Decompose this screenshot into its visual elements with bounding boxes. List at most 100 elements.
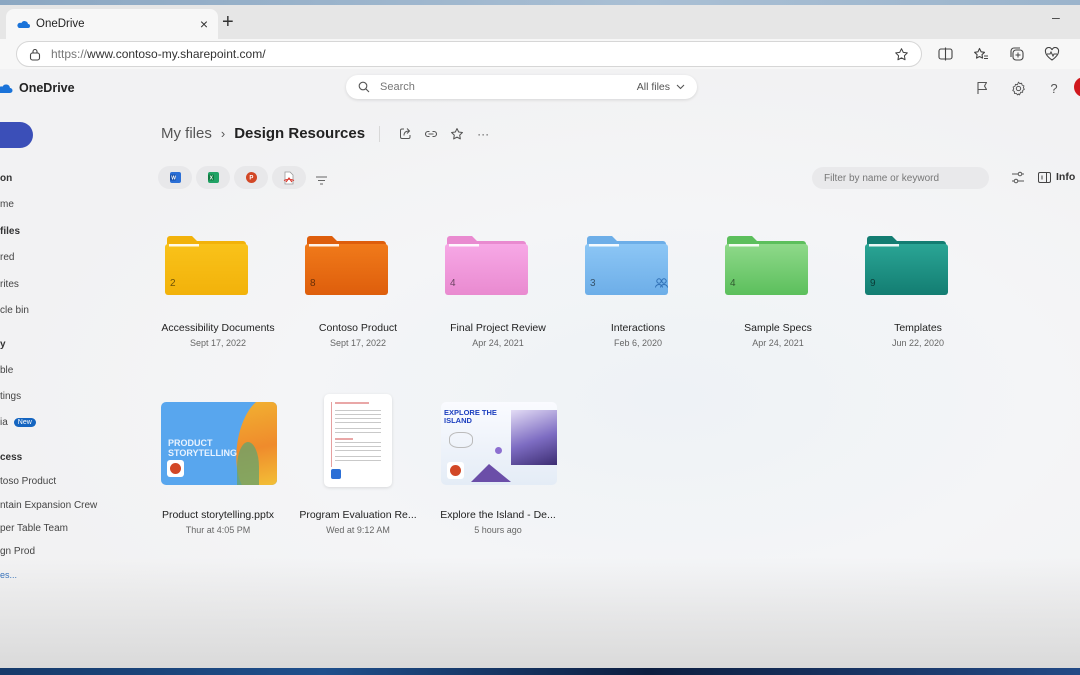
more-options-icon[interactable]: ··· [476,127,490,141]
address-bar-row: https://www.contoso-my.sharepoint.com/ [0,39,1080,69]
folder-icon [445,236,528,295]
powerpoint-icon [447,462,464,479]
onedrive-cloud-icon [17,21,30,28]
filter-chip-pdf[interactable] [272,166,306,189]
folder-item[interactable]: 9 Templates Jun 22, 2020 [848,236,988,366]
word-icon: W [169,172,181,183]
copy-link-icon[interactable] [424,127,438,141]
file-name: Program Evaluation Re... [299,509,417,521]
page-title: Design Resources [234,125,366,142]
os-taskbar [0,668,1080,675]
filter-chip-powerpoint[interactable]: P [234,166,268,189]
folder-date: Sept 17, 2022 [189,338,247,348]
file-item[interactable]: PRODUCT STORYTELLING Product storytelling… [148,399,288,539]
folder-icon [865,236,948,295]
info-label: Info [1056,171,1076,183]
file-item[interactable]: EXPLORE THE ISLAND Explore the Island - D… [428,399,568,539]
split-screen-icon[interactable] [935,44,955,64]
file-item[interactable]: Program Evaluation Re... Wed at 9:12 AM [288,394,428,539]
filter-icon[interactable] [316,172,327,190]
settings-gear-icon[interactable] [1009,79,1027,97]
sidebar-item-recycle-bin[interactable]: cle bin [0,305,29,316]
folder-item[interactable]: 4 Sample Specs Apr 24, 2021 [708,236,848,366]
word-icon [329,467,343,481]
filter-chip-excel[interactable]: X [196,166,230,189]
sidebar-item-paper-table-team[interactable]: per Table Team [0,523,68,534]
info-pane-icon [1038,171,1051,183]
url-protocol: https:// [51,47,88,61]
more-places-link[interactable]: es... [0,570,17,580]
pdf-icon [283,171,295,184]
sidebar-item-media-label: ia [0,417,8,428]
file-date: Wed at 9:12 AM [326,525,390,535]
minimize-button[interactable]: – [1052,9,1060,25]
file-name: Explore the Island - De... [440,509,556,521]
folder-icon [725,236,808,295]
info-pane-button[interactable]: Info [1038,171,1075,183]
url-text[interactable]: https://www.contoso-my.sharepoint.com/ [51,47,894,61]
file-date: 5 hours ago [474,525,522,535]
search-box[interactable]: Search All files [346,75,697,99]
filter-input[interactable]: Filter by name or keyword [812,167,989,189]
folder-item[interactable]: 2 Accessibility Documents Sept 17, 2022 [148,236,288,366]
close-tab-icon[interactable]: × [200,16,208,32]
sidebar-section-quick-access: cess [0,452,23,463]
new-tab-button[interactable]: + [222,11,234,33]
folder-item[interactable]: 4 Final Project Review Apr 24, 2021 [428,236,568,366]
svg-text:W: W [171,175,176,181]
favorites-list-icon[interactable] [971,44,991,64]
sidebar-item-favorites[interactable]: rites [0,279,19,290]
favorite-star-icon[interactable] [894,47,909,62]
address-bar[interactable]: https://www.contoso-my.sharepoint.com/ [16,41,922,67]
sidebar-item-design-prod[interactable]: gn Prod [0,546,35,557]
user-avatar[interactable] [1074,77,1080,97]
add-new-button[interactable]: + Add new [0,122,33,148]
folder-item-count: 8 [310,278,316,289]
browser-essentials-heart-icon[interactable] [1042,44,1062,64]
sidebar-item-media[interactable]: ia New [0,417,36,428]
share-icon[interactable] [398,127,412,141]
sidebar-item-my-files[interactable]: files [0,226,20,237]
folder-item-count: 4 [450,278,456,289]
view-options-icon[interactable] [1011,171,1025,189]
search-scope-dropdown[interactable]: All files [637,81,670,93]
sidebar-item-shared[interactable]: red [0,252,14,263]
folder-item[interactable]: 3 Interactions Feb 6, 2020 [568,236,708,366]
filter-chip-word[interactable]: W [158,166,192,189]
sidebar-item-mountain-expansion-crew[interactable]: ntain Expansion Crew [0,500,97,511]
shared-people-icon [655,278,668,288]
sidebar-item-meetings[interactable]: tings [0,391,21,402]
browser-tab-onedrive[interactable]: OneDrive × [6,9,218,39]
collections-icon[interactable] [1007,44,1027,64]
flag-icon[interactable] [973,79,991,97]
breadcrumb-my-files[interactable]: My files [161,125,212,142]
chevron-down-icon[interactable] [676,84,685,90]
folder-name: Interactions [610,322,666,334]
sidebar-item-home[interactable]: me [0,199,14,210]
search-icon [358,81,370,93]
file-thumbnail [324,394,392,487]
divider [379,125,381,142]
folder-icon [305,236,388,295]
help-icon[interactable]: ? [1045,79,1063,97]
thumbnail-title: PRODUCT STORYTELLING [168,438,238,458]
folder-name: Accessibility Documents [161,322,275,334]
sidebar-item-people[interactable]: ble [0,365,13,376]
onedrive-logo[interactable]: OneDrive [0,81,75,95]
folder-icon [165,236,248,295]
folder-date: Apr 24, 2021 [752,338,804,348]
powerpoint-icon: P [245,172,257,183]
lock-icon [29,48,41,61]
folder-item-count: 4 [730,278,736,289]
folder-item-count: 3 [590,278,596,289]
folder-item-count: 9 [870,278,876,289]
search-input[interactable]: Search [380,81,637,93]
favorite-star-icon[interactable] [450,127,464,141]
folder-name: Templates [894,322,942,334]
folder-name: Contoso Product [318,322,398,334]
folder-item[interactable]: 8 Contoso Product Sept 17, 2022 [288,236,428,366]
file-name: Product storytelling.pptx [161,509,275,521]
powerpoint-icon [167,460,184,477]
sidebar-item-contoso-product[interactable]: toso Product [0,476,56,487]
folder-date: Jun 22, 2020 [891,338,945,348]
